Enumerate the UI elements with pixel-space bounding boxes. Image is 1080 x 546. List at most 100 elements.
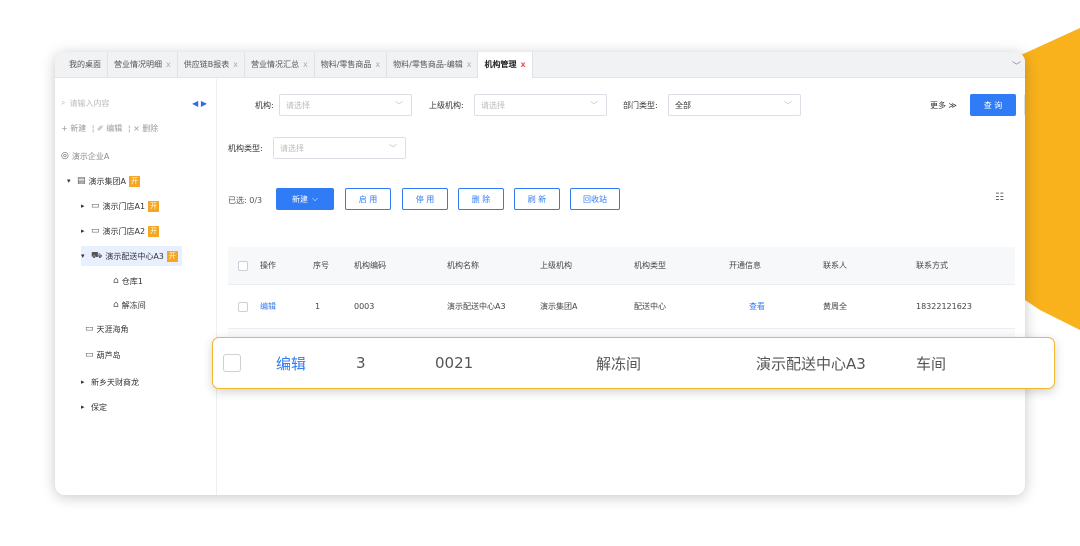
open-badge: 开: [148, 200, 160, 212]
tab-org-management[interactable]: 机构管理 x: [478, 52, 533, 78]
app-window: 我的桌面 营业情况明细 x 供应链B报表 x 营业情况汇总 x 物料/零售商品 x 物料…: [55, 52, 1025, 495]
column-settings-icon[interactable]: ☷: [995, 192, 1004, 203]
tree-node-label: 解冻间: [121, 300, 146, 310]
chevron-down-icon: ﹀: [389, 143, 397, 153]
refresh-button[interactable]: 刷 新: [514, 188, 560, 210]
tab-materials-edit[interactable]: 物料/零售商品-编辑 x: [387, 52, 479, 78]
column-header: 机构名称: [447, 261, 479, 270]
select-all-checkbox[interactable]: [238, 260, 248, 271]
new-button[interactable]: 新建 ⌵: [276, 188, 334, 210]
type-filter-label: 机构类型:: [228, 144, 263, 153]
tree-node-label: 演示门店A1: [102, 201, 146, 211]
distribution-icon: ⛟: [91, 250, 103, 261]
column-header: 序号: [313, 261, 329, 270]
tree-node[interactable]: ▾ ◎ 演示企业A: [55, 146, 109, 166]
column-header: 开通信息: [729, 261, 761, 270]
tree-edit-button[interactable]: ✐ 编辑: [97, 124, 122, 133]
org-select[interactable]: 请选择 ﹀: [279, 94, 412, 116]
store-icon: ▭: [91, 226, 100, 236]
column-header: 上级机构: [540, 261, 572, 270]
caret-right-icon[interactable]: ▸: [81, 403, 91, 411]
tab-materials[interactable]: 物料/零售商品 x: [315, 52, 388, 78]
more-filters-link[interactable]: 更多 ≫: [930, 100, 957, 111]
tab-label: 供应链B报表: [183, 59, 230, 69]
tree-node-label: 演示配送中心A3: [105, 251, 164, 261]
tree-node[interactable]: ▭ 葫芦岛: [85, 345, 121, 365]
tree-node[interactable]: ▸ 新乡天财商龙: [81, 372, 139, 392]
parent-filter-label: 上级机构:: [429, 101, 464, 110]
tree-node[interactable]: ▾ ▤ 演示集团A 开: [67, 171, 140, 191]
tree-node-label: 演示企业A: [71, 151, 110, 161]
company-icon: ◎: [61, 151, 69, 161]
table-row[interactable]: 编辑 1 0003 演示配送中心A3 演示集团A 配送中心 查看 黄周全 183…: [228, 285, 1015, 329]
tree-delete-button[interactable]: × 删除: [133, 124, 158, 133]
row-checkbox[interactable]: [238, 301, 248, 312]
tree-node[interactable]: ⌂ 仓库1: [113, 271, 143, 291]
tree-node-label: 天涯海角: [96, 324, 129, 334]
tab-desktop[interactable]: 我的桌面: [63, 52, 108, 78]
delete-button[interactable]: 删 除: [458, 188, 504, 210]
column-header: 操作: [260, 261, 276, 270]
row-checkbox[interactable]: [223, 354, 241, 372]
tree-actions: + 新建 ¦ ✐ 编辑 ¦ × 删除: [61, 124, 159, 133]
reset-button[interactable]: 重 置: [1024, 94, 1025, 116]
close-icon[interactable]: x: [520, 52, 525, 78]
search-placeholder: 请输入内容: [69, 98, 110, 108]
caret-down-icon[interactable]: ▾: [81, 252, 91, 260]
column-header: 机构编码: [354, 261, 386, 270]
tab-label: 我的桌面: [69, 59, 101, 69]
tab-business-detail[interactable]: 营业情况明细 x: [108, 52, 178, 78]
close-icon[interactable]: x: [166, 52, 171, 78]
table-cell: 解冻间: [596, 354, 642, 373]
table-cell: 18322121623: [916, 302, 972, 311]
tab-supply-report[interactable]: 供应链B报表 x: [178, 52, 245, 78]
selected-count: 已选: 0/3: [228, 196, 263, 205]
parent-org-select[interactable]: 请选择 ﹀: [474, 94, 607, 116]
table-cell: 演示配送中心A3: [447, 302, 506, 311]
table-cell: 演示配送中心A3: [756, 354, 866, 373]
caret-down-icon[interactable]: ▾: [67, 177, 77, 185]
close-icon[interactable]: x: [375, 52, 380, 78]
close-icon[interactable]: x: [303, 52, 308, 78]
store-icon: ▭: [85, 324, 94, 334]
dept-type-select[interactable]: 全部 ﹀: [668, 94, 801, 116]
disable-button[interactable]: 停 用: [402, 188, 448, 210]
tree-node[interactable]: ▭ 天涯海角: [85, 319, 129, 339]
edit-link[interactable]: 编辑: [276, 338, 306, 388]
parent-select-placeholder: 请选择: [481, 100, 505, 110]
query-button[interactable]: 查 询: [970, 94, 1016, 116]
close-icon[interactable]: x: [233, 52, 238, 78]
tree-node[interactable]: ▸ 保定: [81, 397, 107, 417]
column-header: 机构类型: [634, 261, 666, 270]
table-cell: 配送中心: [634, 302, 666, 311]
tree-node-selected[interactable]: ▾ ⛟ 演示配送中心A3 开: [81, 246, 182, 266]
tab-business-summary[interactable]: 营业情况汇总 x: [245, 52, 315, 78]
tree-node[interactable]: ▸ ▭ 演示门店A2 开: [81, 221, 160, 241]
chevron-down-icon[interactable]: ﹀: [1012, 59, 1021, 72]
tab-label: 营业情况汇总: [250, 59, 299, 69]
tree-search-input[interactable]: ⌕ 请输入内容 ◀ ▶: [61, 95, 211, 111]
tree-new-button[interactable]: + 新建: [61, 124, 86, 133]
tab-label: 物料/零售商品-编辑: [393, 59, 463, 69]
highlighted-table-row[interactable]: 编辑 3 0021 解冻间 演示配送中心A3 车间: [212, 337, 1055, 389]
column-header: 联系方式: [916, 261, 948, 270]
caret-right-icon[interactable]: ▸: [81, 227, 91, 235]
tree-node[interactable]: ▸ ▭ 演示门店A1 开: [81, 196, 160, 216]
caret-right-icon[interactable]: ▸: [81, 202, 91, 210]
tab-bar: 我的桌面 营业情况明细 x 供应链B报表 x 营业情况汇总 x 物料/零售商品 x 物料…: [55, 52, 1025, 78]
view-link[interactable]: 查看: [749, 285, 765, 328]
org-type-select[interactable]: 请选择 ﹀: [273, 137, 406, 159]
recycle-bin-button[interactable]: 回收站: [570, 188, 620, 210]
org-filter-label: 机构:: [255, 101, 274, 110]
tree-node[interactable]: ⌂ 解冻间: [113, 295, 146, 315]
warehouse-icon: ⌂: [113, 300, 119, 310]
close-icon[interactable]: x: [467, 52, 472, 78]
collapse-arrows-icon[interactable]: ◀ ▶: [192, 99, 207, 108]
enable-button[interactable]: 启 用: [345, 188, 391, 210]
edit-link[interactable]: 编辑: [260, 285, 276, 328]
type-select-placeholder: 请选择: [280, 143, 304, 153]
table-cell: 0003: [354, 302, 375, 311]
building-icon: ▤: [77, 176, 86, 186]
caret-right-icon[interactable]: ▸: [81, 378, 91, 386]
open-badge: 开: [148, 225, 160, 237]
